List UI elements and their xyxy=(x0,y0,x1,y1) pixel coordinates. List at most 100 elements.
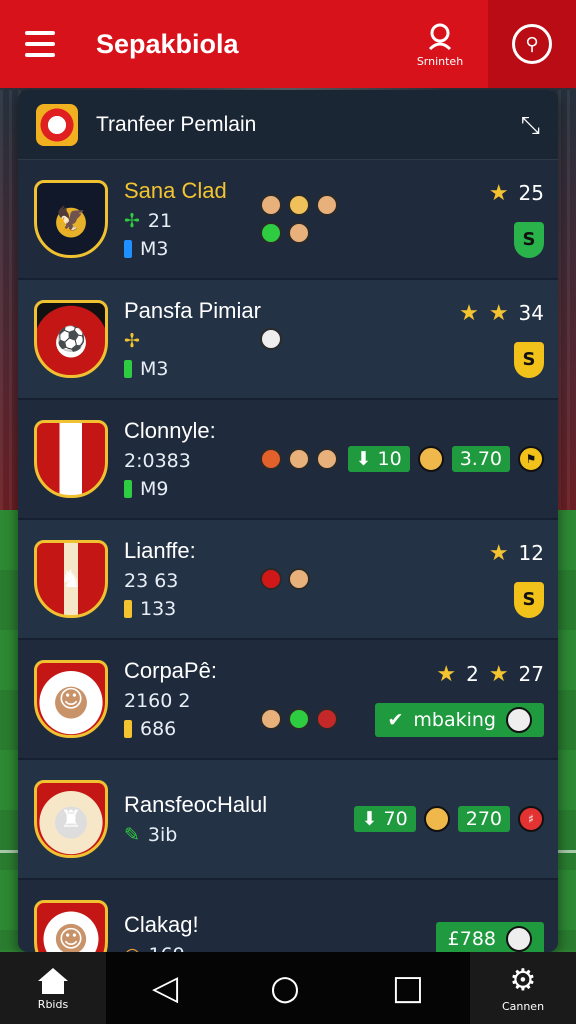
club-crest: ♛ xyxy=(34,420,108,498)
rating-value: 12 xyxy=(518,541,544,565)
collapse-icon[interactable]: ⤡ xyxy=(521,111,540,139)
list-item[interactable]: ⚽ Pansfa Pimiar ✢ M3 ★ ★ 34 S xyxy=(18,280,558,400)
market-code: 133 xyxy=(140,598,177,620)
status-chip xyxy=(124,720,132,738)
settings-label: Cannen xyxy=(501,1000,545,1013)
home-button[interactable]: Rbids xyxy=(0,952,106,1024)
star-icon: ★ xyxy=(488,661,509,687)
avatar xyxy=(316,448,338,470)
club-name: Clonnyle: xyxy=(124,418,216,443)
player-avatars xyxy=(260,328,340,350)
club-name: Clakag! xyxy=(124,912,199,937)
search-label: Srninteh xyxy=(416,54,464,68)
player-count: 23 63 xyxy=(124,570,179,592)
avatar xyxy=(316,708,338,730)
player-count: 169 xyxy=(149,944,185,952)
avatar xyxy=(288,194,310,216)
club-name: Lianffe: xyxy=(124,538,196,563)
making-button[interactable]: ✔ mbaking xyxy=(375,702,544,737)
star-icon: ★ xyxy=(488,540,509,566)
list-item[interactable]: ♛ Clonnyle: 2:0383 M9 ⬇ 10 3.70 ⚑ xyxy=(18,400,558,520)
avatar xyxy=(288,222,310,244)
recents-icon[interactable]: □ xyxy=(392,968,424,1008)
avatar xyxy=(288,708,310,730)
star-icon: ★ xyxy=(436,661,457,687)
list-item[interactable]: ☺ CorpaPê: 2160 2 686 ★ 2 ★ 27 ✔ mbaking xyxy=(18,640,558,760)
club-badge-icon xyxy=(36,103,78,146)
settings-button[interactable]: ⚙ Cannen xyxy=(470,952,576,1024)
app-title: Sepakbiola xyxy=(96,28,239,59)
list-item[interactable]: ♞ Lianffe: 23 63 133 ★ 12 S xyxy=(18,520,558,640)
shield-badge: S xyxy=(514,581,544,618)
player-avatars xyxy=(260,568,340,590)
shield-badge: S xyxy=(514,221,544,258)
avatar xyxy=(506,706,532,733)
menu-button[interactable] xyxy=(0,0,80,88)
avatar xyxy=(288,568,310,590)
player-count: 21 xyxy=(147,210,173,232)
transfer-stat: ⬇ 70 xyxy=(353,806,416,832)
home-icon xyxy=(38,967,68,994)
player-count: 2:0383 xyxy=(124,450,191,472)
status-chip xyxy=(124,360,132,378)
stat-value: 10 xyxy=(377,448,402,470)
price-stat: 3.70 xyxy=(451,446,510,472)
club-name: Pansfa Pimiar xyxy=(124,298,261,323)
club-crest: ♜ xyxy=(34,780,108,858)
panel-header: Tranfeer Pemlain ⤡ xyxy=(18,90,558,160)
club-crest: 🦅 xyxy=(34,180,108,258)
club-crest: ☺ xyxy=(34,900,108,952)
top-app-bar: Sepakbiola Srninteh ⚲ xyxy=(0,0,576,88)
target-icon: ◎ xyxy=(124,944,141,952)
player-count: 3ib xyxy=(147,824,178,846)
status-chip xyxy=(124,240,132,258)
rating-value-a: 2 xyxy=(466,662,479,686)
gear-icon: ⚙ xyxy=(509,963,537,998)
player-avatars xyxy=(260,708,340,730)
club-crest: ♞ xyxy=(34,540,108,618)
trophy-icon: ⚑ xyxy=(518,446,544,472)
check-icon: ✔ xyxy=(387,708,404,731)
search-button[interactable]: Srninteh xyxy=(400,0,480,88)
bottom-navbar: Rbids ◁ ○ □ ⚙ Cannen xyxy=(0,952,576,1024)
price-button[interactable]: £788 xyxy=(435,922,544,952)
price-stat: 270 xyxy=(457,806,510,832)
club-name: RansfeocHalul xyxy=(124,792,268,817)
user-icon: ⚲ xyxy=(512,24,552,64)
market-code: M9 xyxy=(140,478,169,500)
list-item[interactable]: ☺ Clakag! ◎ 169 £788 xyxy=(18,880,558,952)
avatar xyxy=(506,926,532,952)
list-item[interactable]: ♜ RansfeocHalul ✎ 3ib ⬇ 70 270 ♯ xyxy=(18,760,558,880)
list-item[interactable]: 🦅 Sana Clad ✢ 21 M3 ★ 25 S xyxy=(18,160,558,280)
rating-value: 27 xyxy=(518,662,544,686)
price-value: 270 xyxy=(465,808,502,830)
avatar xyxy=(260,568,282,590)
avatar xyxy=(260,448,282,470)
transfer-icon: ⬇ xyxy=(355,448,372,470)
boot-icon: ✎ xyxy=(124,824,140,846)
avatar xyxy=(316,194,338,216)
rating-value: 25 xyxy=(518,181,544,205)
coin-icon xyxy=(423,806,450,832)
account-button[interactable]: ⚲ xyxy=(488,0,576,88)
transfer-icon: ⬇ xyxy=(361,808,378,830)
status-chip xyxy=(124,480,132,498)
home-label: Rbids xyxy=(37,997,69,1011)
player-avatars xyxy=(260,448,340,470)
panel-title: Tranfeer Pemlain xyxy=(96,112,257,136)
club-name: Sana Clad xyxy=(124,178,227,203)
price-value: £788 xyxy=(447,928,496,950)
market-code: 686 xyxy=(140,718,177,740)
back-icon[interactable]: ◁ xyxy=(152,968,178,1008)
transfer-panel: Tranfeer Pemlain ⤡ 🦅 Sana Clad ✢ 21 M3 ★ 2… xyxy=(18,90,558,952)
avatar xyxy=(260,708,282,730)
avatar xyxy=(288,448,310,470)
restaurant-icon: ♯ xyxy=(518,806,544,832)
club-name: CorpaPê: xyxy=(124,658,217,683)
avatar xyxy=(260,194,282,216)
home-circle-icon[interactable]: ○ xyxy=(270,968,300,1008)
avatar xyxy=(260,222,282,244)
status-chip xyxy=(124,600,132,618)
coin-icon xyxy=(417,446,444,472)
stat-value: 70 xyxy=(383,808,408,830)
